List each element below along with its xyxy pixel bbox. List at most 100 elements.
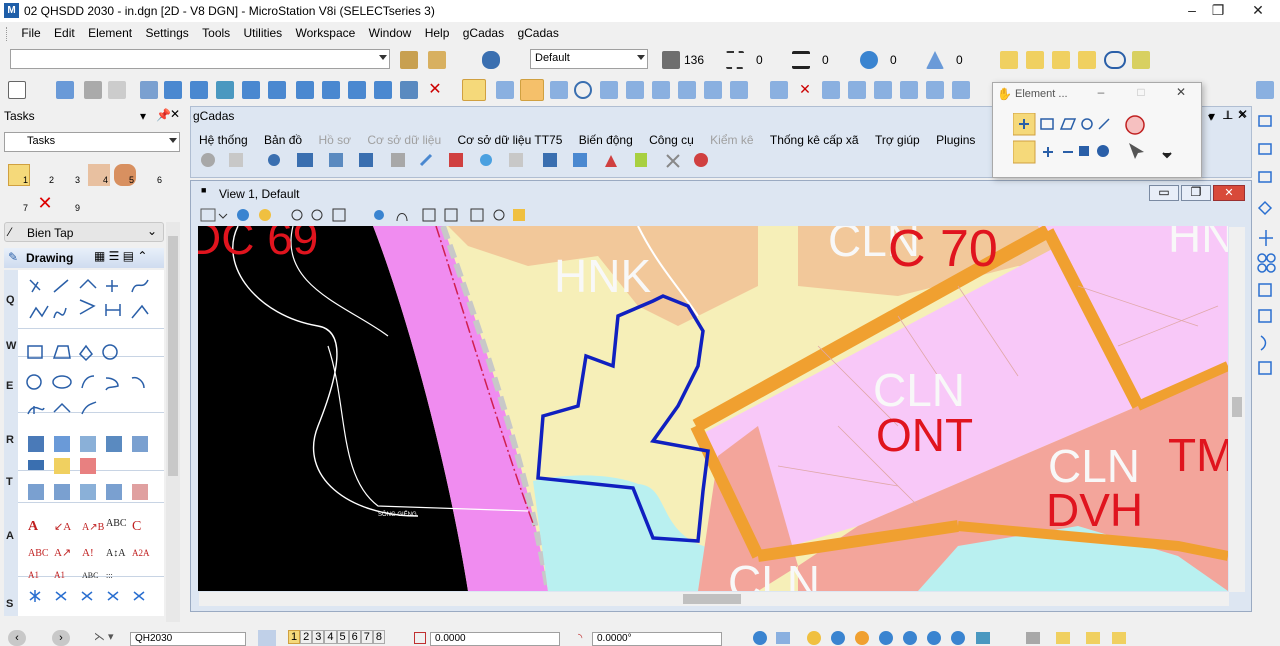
map-drawing[interactable]: DC 69 HNK CLN C 70 HN CLN ONT CLN DVH TM… [198, 226, 1228, 591]
trim-tool-icon[interactable] [652, 81, 670, 99]
scrollbar-thumb[interactable] [683, 594, 741, 604]
forward-icon[interactable]: › [52, 630, 70, 646]
transparency-value[interactable]: 0 [890, 53, 897, 67]
gcadas-menu-thong-ke[interactable]: Thống kê cấp xã [770, 133, 859, 147]
close-icon[interactable]: ✕ [170, 107, 180, 121]
gcadas-menu-ban-do[interactable]: Bản đồ [264, 133, 302, 147]
join-tool-icon[interactable] [926, 81, 944, 99]
line-weight-icon[interactable] [792, 51, 810, 69]
menu-file[interactable]: File [16, 24, 45, 42]
model-combo[interactable]: QH2030 [130, 632, 246, 646]
view-control-toolbar[interactable] [199, 207, 559, 225]
x-value-field[interactable]: 0.0000 [430, 632, 560, 646]
line-style-value[interactable]: 0 [756, 53, 763, 67]
scrollbar-thumb[interactable] [168, 236, 178, 476]
view-close-button[interactable]: ✕ [1213, 185, 1245, 201]
delete-part-icon[interactable]: ✕ [796, 81, 814, 99]
curve-tool-icon[interactable] [626, 81, 644, 99]
element-selection-icon[interactable]: 1 [8, 164, 30, 186]
side-close-icon[interactable]: ✕ [1238, 107, 1248, 121]
menu-gcadas-1[interactable]: gCadas [458, 24, 509, 42]
transparency-icon[interactable] [860, 51, 878, 69]
extra-tool-icon[interactable] [1256, 81, 1274, 99]
scissors-icon[interactable] [140, 81, 158, 99]
paste-icon[interactable] [108, 81, 126, 99]
color-value[interactable]: 136 [684, 53, 704, 67]
dimension-icon[interactable] [1000, 51, 1018, 69]
level-combo[interactable] [10, 49, 390, 69]
solid-icon[interactable] [1132, 51, 1150, 69]
snap-mode-icon[interactable]: ⋋ ▾ [94, 630, 114, 643]
menu-workspace[interactable]: Workspace [291, 24, 361, 42]
view-button-6[interactable]: 6 [348, 630, 361, 644]
gcadas-icon-row[interactable] [199, 151, 719, 171]
tool-2-icon[interactable]: 2 [34, 164, 56, 186]
align-icon[interactable] [322, 81, 340, 99]
close-button[interactable]: ✕ [1236, 0, 1280, 22]
angle-dimension-icon[interactable] [1052, 51, 1070, 69]
line-tool-icon[interactable] [550, 81, 568, 99]
dropdown-arrow-icon[interactable]: ▾ [140, 109, 146, 123]
place-smartline-icon[interactable] [496, 81, 514, 99]
status-tool-icons[interactable] [750, 630, 1130, 646]
line-style-icon[interactable] [726, 51, 744, 69]
view-button-7[interactable]: 7 [360, 630, 373, 644]
delete-element-icon[interactable]: ✕ [34, 192, 56, 214]
view-minimize-button[interactable]: ▭ [1149, 185, 1179, 201]
mirror-icon[interactable] [268, 81, 286, 99]
linear-dimension-icon[interactable] [1078, 51, 1096, 69]
multiline-tool-icon[interactable] [900, 81, 918, 99]
angle-value-field[interactable]: 0.0000° [592, 632, 722, 646]
partial-delete-icon[interactable] [952, 81, 970, 99]
pin-icon[interactable]: 📌 [156, 108, 171, 122]
gcadas-menu-tro-giup[interactable]: Trợ giúp [875, 133, 920, 147]
view-vertical-scrollbar[interactable] [1229, 227, 1245, 592]
priority-value[interactable]: 0 [956, 53, 963, 67]
gcadas-menu-bien-dong[interactable]: Biến động [579, 133, 633, 147]
copy-icon[interactable] [190, 81, 208, 99]
element-window-minimize[interactable]: – [1089, 85, 1113, 99]
tasks-selector[interactable]: Tasks [4, 132, 180, 152]
menu-tools[interactable]: Tools [197, 24, 235, 42]
spin-icon[interactable] [374, 81, 392, 99]
stretch-icon[interactable] [348, 81, 366, 99]
view-attributes-icon[interactable] [482, 51, 500, 69]
view-button-8[interactable]: 8 [372, 630, 385, 644]
scrollbar-thumb[interactable] [1232, 397, 1242, 417]
view-button-5[interactable]: 5 [336, 630, 349, 644]
side-pin-icon[interactable]: ⊥ [1222, 108, 1232, 122]
arc-dimension-icon[interactable] [1026, 51, 1044, 69]
tasks-scrollbar[interactable] [166, 222, 180, 622]
arc-tool-icon[interactable] [600, 81, 618, 99]
array-icon[interactable] [296, 81, 314, 99]
place-line-icon[interactable] [520, 79, 544, 101]
menu-gcadas-2[interactable]: gCadas [512, 24, 563, 42]
move-icon[interactable] [164, 81, 182, 99]
delete-icon[interactable]: ✕ [426, 81, 444, 99]
snap-grid-icon[interactable] [462, 79, 486, 101]
element-window-close[interactable]: ✕ [1169, 85, 1193, 99]
menu-help[interactable]: Help [420, 24, 455, 42]
modify-tool-icon[interactable] [770, 81, 788, 99]
ellipse-icon[interactable] [1104, 51, 1126, 69]
level-manager-icon[interactable] [400, 51, 418, 69]
gcadas-menu-cong-cu[interactable]: Công cụ [649, 133, 694, 147]
gcadas-menu-he-thong[interactable]: Hệ thống [199, 133, 248, 147]
view-restore-button[interactable]: ❐ [1181, 185, 1211, 201]
element-tool-icons[interactable] [1013, 113, 1193, 169]
circle-tool-icon[interactable] [574, 81, 592, 99]
scale-icon[interactable] [242, 81, 260, 99]
right-toolbar-icons[interactable] [1253, 108, 1280, 388]
side-dropdown-arrow-icon[interactable]: ▾ [1208, 110, 1214, 124]
cut-icon[interactable] [84, 81, 102, 99]
tool-4-icon[interactable]: 4 [88, 164, 110, 186]
new-file-icon[interactable] [8, 81, 26, 99]
tool-9-icon[interactable]: 9 [60, 192, 82, 214]
menu-element[interactable]: Element [83, 24, 137, 42]
tool-5-icon[interactable]: 5 [114, 164, 136, 186]
task-group-bien-tap[interactable]: ⁄ Bien Tap ⌄ [4, 222, 164, 242]
menu-window[interactable]: Window [364, 24, 417, 42]
text-style-combo[interactable]: Default [530, 49, 648, 69]
break-tool-icon[interactable] [848, 81, 866, 99]
view-mode-icons[interactable]: ▦ ☰ ▤ ⌃ [94, 249, 148, 263]
